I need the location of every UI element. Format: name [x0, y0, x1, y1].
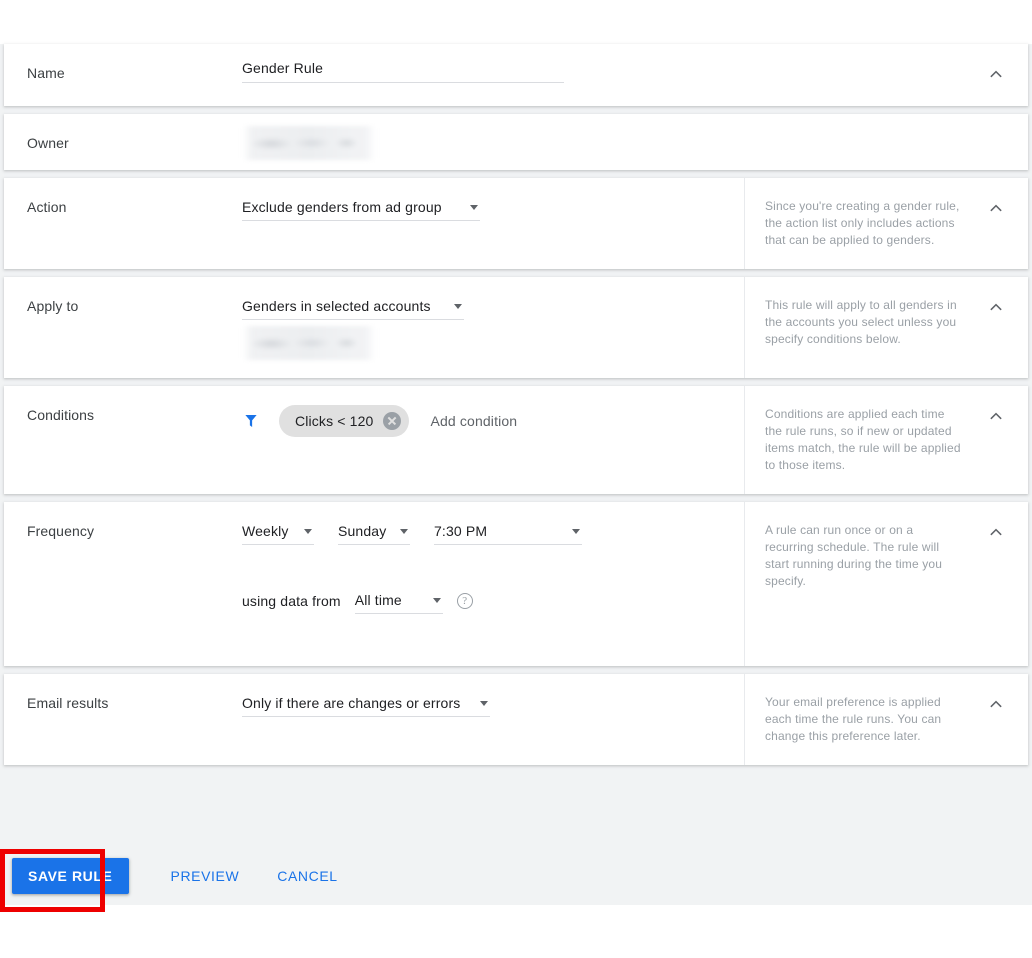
- section-right-owner: [744, 114, 1028, 170]
- apply-to-accounts-redacted: [242, 326, 376, 360]
- frequency-schedule-row: Weekly Sunday 7:30 PM: [242, 520, 744, 545]
- section-fields-frequency: Weekly Sunday 7:30 PM using: [4, 502, 744, 666]
- section-label-frequency: Frequency: [27, 523, 94, 539]
- owner-value-redacted: [242, 126, 376, 160]
- chevron-down-icon: [400, 529, 408, 534]
- page-footer-space: [0, 905, 1032, 958]
- using-data-from-label: using data from: [242, 593, 341, 614]
- section-label-email-results: Email results: [27, 695, 108, 711]
- section-right-name: [744, 44, 1028, 106]
- cancel-button[interactable]: CANCEL: [267, 858, 347, 894]
- section-card-apply-to: Apply to Genders in selected accounts Th…: [4, 277, 1028, 378]
- help-text-action: Since you're creating a gender rule, the…: [765, 198, 961, 249]
- section-card-action: Action Exclude genders from ad group Sin…: [4, 178, 1028, 269]
- section-right-conditions: Conditions are applied each time the rul…: [744, 386, 1028, 494]
- section-right-action: Since you're creating a gender rule, the…: [744, 178, 1028, 269]
- collapse-toggle-frequency[interactable]: [984, 520, 1008, 544]
- section-fields-email-results: Only if there are changes or errors: [4, 674, 744, 751]
- data-range-select[interactable]: All time: [355, 589, 443, 614]
- apply-to-select[interactable]: Genders in selected accounts: [242, 295, 464, 320]
- section-card-owner: Owner: [4, 114, 1028, 170]
- section-label-apply-to: Apply to: [27, 298, 78, 314]
- condition-chip[interactable]: Clicks < 120: [279, 405, 409, 437]
- chevron-down-icon: [454, 304, 462, 309]
- section-fields-name: Gender Rule: [4, 44, 744, 106]
- chevron-down-icon: [304, 529, 312, 534]
- section-left-owner: Owner: [4, 114, 744, 170]
- rule-name-input[interactable]: Gender Rule: [242, 58, 564, 83]
- section-card-frequency: Frequency Weekly Sunday 7:30 PM: [4, 502, 1028, 666]
- save-rule-button[interactable]: SAVE RULE: [12, 858, 129, 894]
- preview-button[interactable]: PREVIEW: [161, 858, 250, 894]
- email-results-select[interactable]: Only if there are changes or errors: [242, 692, 490, 717]
- section-fields-owner: [4, 114, 744, 170]
- frequency-time-select[interactable]: 7:30 PM: [434, 520, 582, 545]
- section-right-frequency: A rule can run once or on a recurring sc…: [744, 502, 1028, 666]
- help-text-apply-to: This rule will apply to all genders in t…: [765, 297, 961, 348]
- add-condition-button[interactable]: Add condition: [430, 413, 517, 429]
- apply-to-select-value: Genders in selected accounts: [242, 298, 431, 314]
- rule-editor-page: Name Gender Rule Owner: [0, 0, 1032, 958]
- section-left-apply-to: Apply to Genders in selected accounts: [4, 277, 744, 378]
- settings-card-stack: Name Gender Rule Owner: [0, 44, 1032, 773]
- data-range-value: All time: [355, 592, 402, 608]
- section-left-frequency: Frequency Weekly Sunday 7:30 PM: [4, 502, 744, 666]
- chevron-down-icon: [572, 529, 580, 534]
- collapse-toggle-conditions[interactable]: [984, 404, 1008, 428]
- chevron-down-icon: [433, 598, 441, 603]
- frequency-data-range-row: using data from All time ?: [242, 589, 744, 614]
- section-left-email-results: Email results Only if there are changes …: [4, 674, 744, 765]
- help-text-frequency: A rule can run once or on a recurring sc…: [765, 522, 961, 590]
- remove-chip-icon[interactable]: [383, 412, 401, 430]
- section-card-email-results: Email results Only if there are changes …: [4, 674, 1028, 765]
- collapse-toggle-apply-to[interactable]: [984, 295, 1008, 319]
- frequency-interval-select[interactable]: Weekly: [242, 520, 314, 545]
- chevron-down-icon: [470, 205, 478, 210]
- collapse-toggle-name[interactable]: [984, 62, 1008, 86]
- section-card-name: Name Gender Rule: [4, 44, 1028, 106]
- section-left-action: Action Exclude genders from ad group: [4, 178, 744, 269]
- collapse-toggle-action[interactable]: [984, 196, 1008, 220]
- action-bar: SAVE RULE PREVIEW CANCEL: [0, 847, 1032, 905]
- email-results-value: Only if there are changes or errors: [242, 695, 460, 711]
- section-fields-action: Exclude genders from ad group: [4, 178, 744, 263]
- section-label-action: Action: [27, 199, 67, 215]
- section-left-name: Name Gender Rule: [4, 44, 744, 106]
- condition-chip-label: Clicks < 120: [295, 413, 373, 429]
- help-text-email-results: Your email preference is applied each ti…: [765, 694, 961, 745]
- frequency-day-select[interactable]: Sunday: [338, 520, 410, 545]
- conditions-row: Clicks < 120 Add condition: [242, 404, 744, 438]
- section-fields-conditions: Clicks < 120 Add condition: [4, 386, 744, 490]
- frequency-time-value: 7:30 PM: [434, 523, 487, 539]
- collapse-toggle-email-results[interactable]: [984, 692, 1008, 716]
- frequency-interval-value: Weekly: [242, 523, 289, 539]
- help-icon[interactable]: ?: [457, 593, 473, 609]
- filter-icon: [242, 412, 260, 430]
- section-card-conditions: Conditions Clicks < 120 Add condition: [4, 386, 1028, 494]
- action-select[interactable]: Exclude genders from ad group: [242, 196, 480, 221]
- section-fields-apply-to: Genders in selected accounts: [4, 277, 744, 378]
- section-label-name: Name: [27, 65, 65, 81]
- section-label-conditions: Conditions: [27, 407, 94, 423]
- help-text-conditions: Conditions are applied each time the rul…: [765, 406, 961, 474]
- section-right-email-results: Your email preference is applied each ti…: [744, 674, 1028, 765]
- section-right-apply-to: This rule will apply to all genders in t…: [744, 277, 1028, 378]
- action-select-value: Exclude genders from ad group: [242, 199, 442, 215]
- section-left-conditions: Conditions Clicks < 120 Add condition: [4, 386, 744, 494]
- chevron-down-icon: [480, 701, 488, 706]
- frequency-day-value: Sunday: [338, 523, 386, 539]
- section-label-owner: Owner: [27, 135, 69, 151]
